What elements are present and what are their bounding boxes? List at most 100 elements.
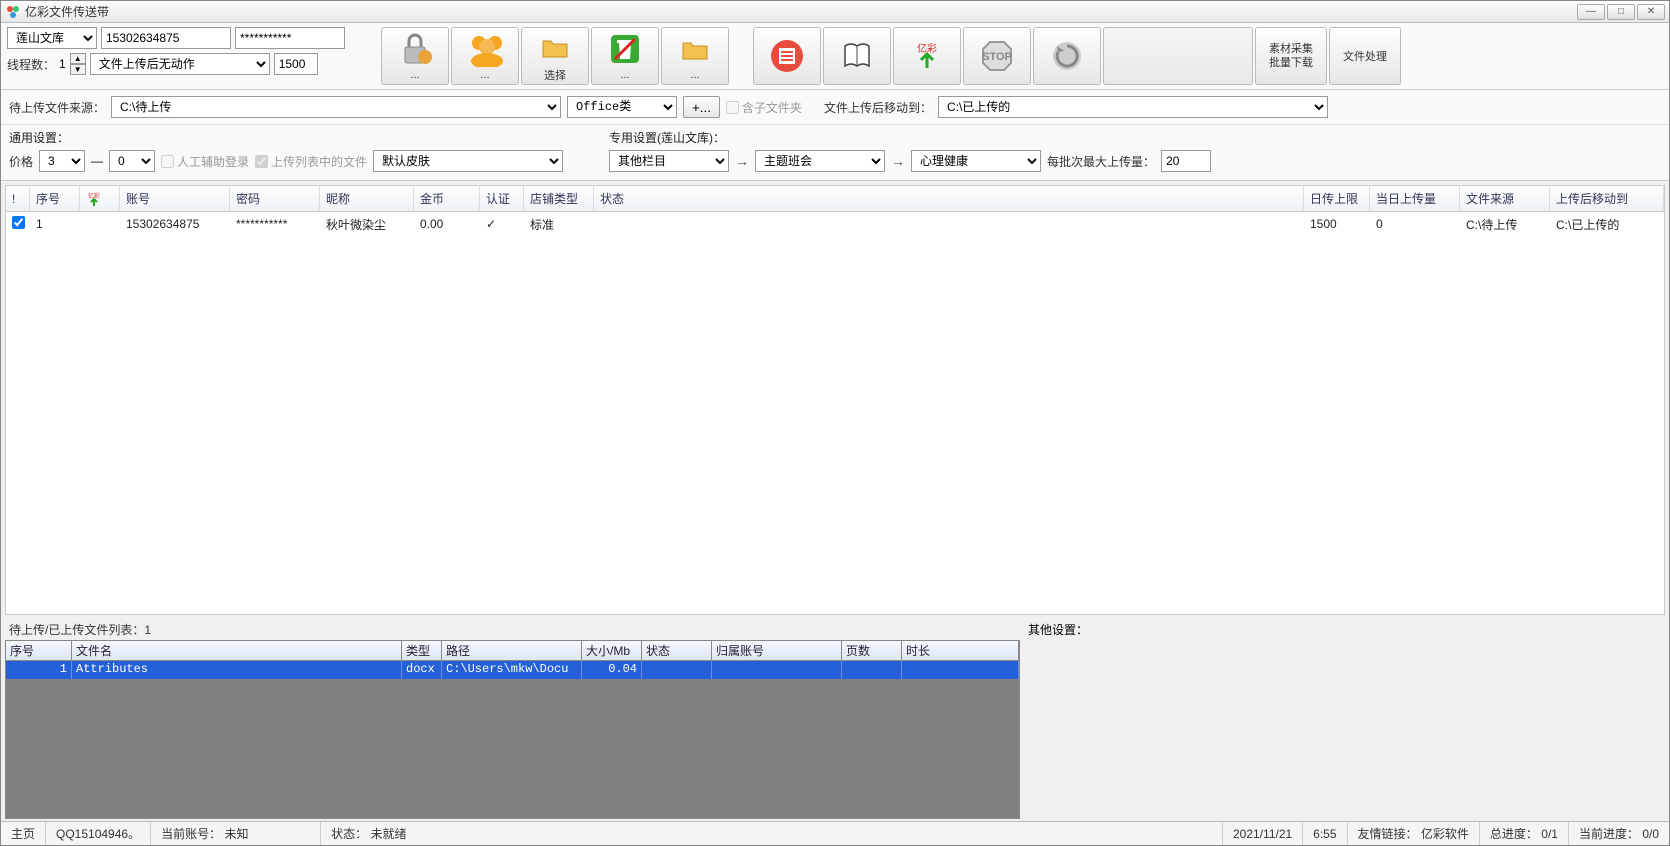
cell-src: C:\待上传 [1460,213,1550,236]
maximize-button[interactable]: □ [1607,4,1635,20]
table-row[interactable]: 1 15302634875 *********** 秋叶微染尘 0.00 ✓ 标… [6,212,1664,236]
cell-shop: 标准 [524,213,594,236]
source-path-select[interactable]: C:\待上传 [111,96,561,118]
col-icon[interactable]: 亿彩 [80,186,120,211]
col-status[interactable]: 状态 [594,186,1304,211]
cat2-select[interactable]: 主题班会 [755,150,885,172]
pcol-type[interactable]: 类型 [402,641,442,660]
lock-button[interactable]: ... [381,27,449,85]
row-checkbox[interactable] [12,216,25,229]
pcol-idx[interactable]: 序号 [6,641,72,660]
refresh-button[interactable] [1033,27,1101,85]
folder2-button[interactable]: ... [661,27,729,85]
plus-button[interactable]: +... [683,96,720,118]
price-label: 价格 [9,153,33,170]
col-password[interactable]: 密码 [230,186,320,211]
doc-red-button[interactable] [753,27,821,85]
col-dayuploaded[interactable]: 当日上传量 [1370,186,1460,211]
status-home[interactable]: 主页 [1,822,46,845]
cell-status [594,221,1304,227]
pcol-owner[interactable]: 归属账号 [712,641,842,660]
titlebar: 亿彩文件传送带 — □ ✕ [1,1,1669,23]
pending-row[interactable]: 1 Attributes docx C:\Users\mkw\Docu 0.04 [6,661,1019,679]
pcell-owner [712,661,842,679]
thread-count-value: 1 [59,57,66,71]
lock-button-label: ... [410,69,419,81]
cell-icon [80,221,120,227]
status-friend-link[interactable]: 友情链接： 亿彩软件 [1348,822,1480,845]
accounts-table-header: ! 序号 亿彩 账号 密码 昵称 金币 认证 店铺类型 状态 日传上限 当日上传… [6,186,1664,212]
pcol-name[interactable]: 文件名 [72,641,402,660]
manual-login-checkbox[interactable]: 人工辅助登录 [161,153,249,170]
svg-text:STOP: STOP [982,51,1012,63]
col-coin[interactable]: 金币 [414,186,480,211]
include-subfolders-checkbox[interactable]: 含子文件夹 [726,99,802,116]
pcell-pages [842,661,902,679]
trash-button[interactable]: ... [591,27,659,85]
arrow-icon: → [891,153,905,169]
other-settings-label: 其他设置： [1028,623,1088,637]
pcol-status[interactable]: 状态 [642,641,712,660]
trash-button-label: ... [620,69,629,81]
window-title: 亿彩文件传送带 [25,3,1577,20]
cell-daylimit: 1500 [1304,214,1370,234]
price-to-select[interactable]: 0 [109,150,155,172]
password-input[interactable] [235,27,345,49]
settings-row: 通用设置： 价格 3 — 0 人工辅助登录 上传列表中的文件 默认皮肤 专用设置… [1,125,1669,181]
price-from-select[interactable]: 3 [39,150,85,172]
cat1-select[interactable]: 其他栏目 [609,150,729,172]
cell-index: 1 [30,214,80,234]
file-process-button[interactable]: 文件处理 [1329,27,1401,85]
dash: — [91,154,103,168]
col-filesrc[interactable]: 文件来源 [1460,186,1550,211]
col-check[interactable]: ! [6,186,30,211]
people-icon [465,31,505,67]
pcell-status [642,661,712,679]
col-auth[interactable]: 认证 [480,186,524,211]
phone-input[interactable] [101,27,231,49]
cell-nick: 秋叶微染尘 [320,213,414,236]
upload-list-checkbox[interactable]: 上传列表中的文件 [255,153,367,170]
filter-type-select[interactable]: Office类 [567,96,677,118]
col-shoptype[interactable]: 店铺类型 [524,186,594,211]
pcol-size[interactable]: 大小/Mb [582,641,642,660]
general-settings-label: 通用设置： [9,129,563,146]
pcell-idx: 1 [6,661,72,679]
material-download-button[interactable]: 素材采集 批量下载 [1255,27,1327,85]
toolbar-row-1: 莲山文库 线程数： 1 ▲▼ 文件上传后无动作 ... [1,23,1669,90]
people-button[interactable]: ... [451,27,519,85]
skin-select[interactable]: 默认皮肤 [373,150,563,172]
upload-button[interactable]: 亿彩 [893,27,961,85]
thread-spinner[interactable]: ▲▼ [70,53,86,75]
col-daylimit[interactable]: 日传上限 [1304,186,1370,211]
close-button[interactable]: ✕ [1637,4,1665,20]
status-qq[interactable]: QQ15104946。 [46,822,151,845]
col-account[interactable]: 账号 [120,186,230,211]
status-total-progress: 总进度： 0/1 [1480,822,1569,845]
folder-open-icon [535,29,575,65]
status-current-account: 当前账号： 未知 [151,822,321,845]
pending-panel: 待上传/已上传文件列表：1 序号 文件名 类型 路径 大小/Mb 状态 归属账号… [5,619,1020,819]
book-button[interactable] [823,27,891,85]
thread-count-label: 线程数： [7,56,55,73]
cat3-select[interactable]: 心理健康 [911,150,1041,172]
pcell-path: C:\Users\mkw\Docu [442,661,582,679]
move-to-path-select[interactable]: C:\已上传的 [938,96,1328,118]
pcol-path[interactable]: 路径 [442,641,582,660]
col-moveto[interactable]: 上传后移动到 [1550,186,1664,211]
blank-panel-button[interactable] [1103,27,1253,85]
col-nick[interactable]: 昵称 [320,186,414,211]
status-date: 2021/11/21 [1223,822,1303,845]
col-index[interactable]: 序号 [30,186,80,211]
pcol-duration[interactable]: 时长 [902,641,1019,660]
select-folder-button[interactable]: 选择 [521,27,589,85]
post-upload-action-select[interactable]: 文件上传后无动作 [90,53,270,75]
action-number-input[interactable] [274,53,318,75]
library-select[interactable]: 莲山文库 [7,27,97,49]
pcol-pages[interactable]: 页数 [842,641,902,660]
batch-max-input[interactable] [1161,150,1211,172]
statusbar: 主页 QQ15104946。 当前账号： 未知 状态： 未就绪 2021/11/… [1,821,1669,845]
cell-auth: ✓ [480,214,524,234]
minimize-button[interactable]: — [1577,4,1605,20]
stop-button[interactable]: STOP [963,27,1031,85]
